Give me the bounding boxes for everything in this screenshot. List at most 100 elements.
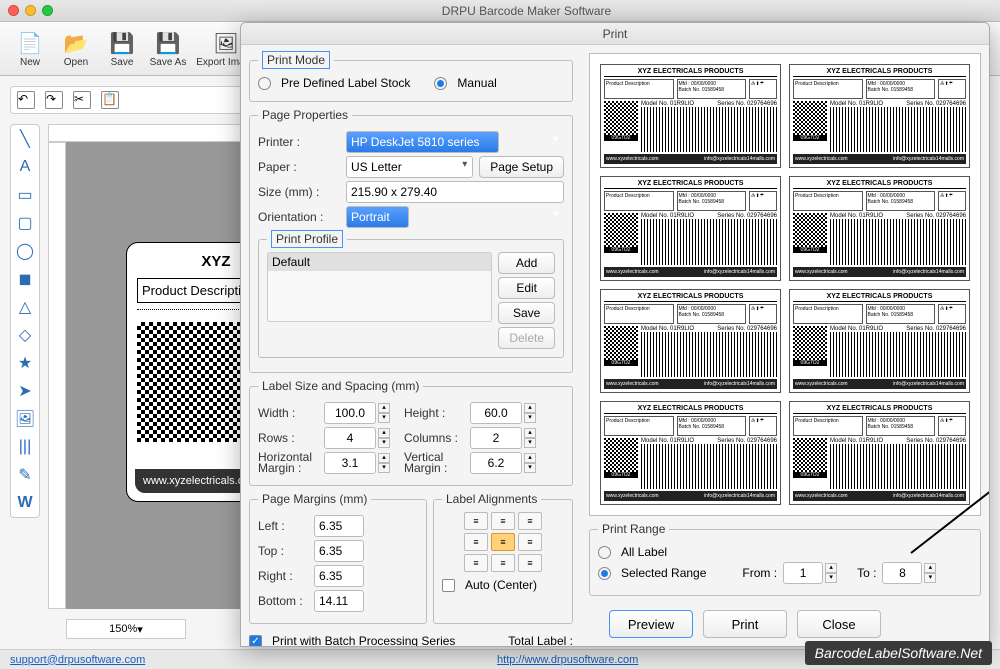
manual-radio[interactable] bbox=[434, 77, 447, 90]
roundrect-tool-icon[interactable]: ▢ bbox=[15, 213, 35, 233]
triangle-tool-icon[interactable]: △ bbox=[15, 297, 35, 317]
align-tl[interactable]: ≡ bbox=[464, 512, 488, 530]
align-mr[interactable]: ≡ bbox=[518, 533, 542, 551]
page-properties-legend: Page Properties bbox=[258, 108, 352, 122]
align-br[interactable]: ≡ bbox=[518, 554, 542, 572]
close-button[interactable]: Close bbox=[797, 610, 881, 638]
minimize-window-icon[interactable] bbox=[25, 5, 36, 16]
to-field[interactable] bbox=[882, 562, 922, 584]
text-tool-icon[interactable]: A bbox=[15, 157, 35, 177]
width-field[interactable] bbox=[324, 402, 376, 424]
left-margin-field[interactable] bbox=[314, 515, 364, 537]
ellipse-tool-icon[interactable]: ◯ bbox=[15, 241, 35, 261]
paper-label: Paper : bbox=[258, 160, 340, 174]
support-email-link[interactable]: support@drpusoftware.com bbox=[10, 654, 145, 666]
hmargin-stepper[interactable]: ▴▾ bbox=[378, 453, 390, 473]
size-field[interactable] bbox=[346, 181, 564, 203]
printer-select[interactable]: HP DeskJet 5810 series bbox=[346, 131, 499, 153]
save-icon: 💾 bbox=[108, 29, 136, 57]
preview-label-5: XYZ ELECTRICALS PRODUCTS Product Descrip… bbox=[600, 289, 781, 393]
print-range-legend: Print Range bbox=[598, 522, 669, 536]
open-button[interactable]: 📂Open bbox=[54, 26, 98, 71]
rows-field[interactable] bbox=[324, 427, 376, 449]
align-ml[interactable]: ≡ bbox=[464, 533, 488, 551]
profile-delete-button: Delete bbox=[498, 327, 555, 349]
page-setup-button[interactable]: Page Setup bbox=[479, 156, 564, 178]
top-margin-field[interactable] bbox=[314, 540, 364, 562]
batch-checkbox[interactable]: ✓ bbox=[249, 635, 262, 647]
profile-default-item[interactable]: Default bbox=[268, 253, 491, 271]
vmargin-field[interactable] bbox=[470, 452, 522, 474]
maximize-window-icon[interactable] bbox=[42, 5, 53, 16]
align-tc[interactable]: ≡ bbox=[491, 512, 515, 530]
label-alignments-group: Label Alignments ≡≡≡ ≡≡≡ ≡≡≡ Auto (Cente… bbox=[433, 492, 573, 624]
predefined-label: Pre Defined Label Stock bbox=[281, 76, 410, 90]
predefined-radio[interactable] bbox=[258, 77, 271, 90]
top-margin-label: Top : bbox=[258, 544, 308, 558]
align-bl[interactable]: ≡ bbox=[464, 554, 488, 572]
new-button[interactable]: 📄New bbox=[8, 26, 52, 71]
vmargin-stepper[interactable]: ▴▾ bbox=[524, 453, 536, 473]
signature-tool-icon[interactable]: ✎ bbox=[15, 465, 35, 485]
preview-label-4: XYZ ELECTRICALS PRODUCTS Product Descrip… bbox=[789, 176, 970, 280]
align-tr[interactable]: ≡ bbox=[518, 512, 542, 530]
cols-label: Columns : bbox=[404, 431, 464, 445]
to-stepper[interactable]: ▴▾ bbox=[924, 563, 936, 583]
from-field[interactable] bbox=[783, 562, 823, 584]
cols-field[interactable] bbox=[470, 427, 522, 449]
rows-stepper[interactable]: ▴▾ bbox=[378, 428, 390, 448]
profile-edit-button[interactable]: Edit bbox=[498, 277, 555, 299]
profile-add-button[interactable]: Add bbox=[498, 252, 555, 274]
orientation-label: Orientation : bbox=[258, 210, 340, 224]
new-icon: 📄 bbox=[16, 29, 44, 57]
copy-icon[interactable]: 📋 bbox=[101, 91, 119, 109]
width-stepper[interactable]: ▴▾ bbox=[378, 403, 390, 423]
design-qr-icon bbox=[137, 322, 257, 442]
barcode-tool-icon[interactable]: ||| bbox=[15, 437, 35, 457]
print-profile-group: Print Profile Default Add Edit Save Dele… bbox=[258, 232, 564, 358]
all-label-text: All Label bbox=[621, 545, 667, 559]
square-tool-icon[interactable]: ◼ bbox=[15, 269, 35, 289]
watermark-tool-icon[interactable]: W bbox=[15, 493, 35, 513]
watermark-badge: BarcodeLabelSoftware.Net bbox=[805, 641, 992, 665]
auto-center-checkbox[interactable] bbox=[442, 579, 455, 592]
left-margin-label: Left : bbox=[258, 519, 308, 533]
orientation-select[interactable]: Portrait bbox=[346, 206, 409, 228]
preview-label-8: XYZ ELECTRICALS PRODUCTS Product Descrip… bbox=[789, 401, 970, 505]
profile-list[interactable]: Default bbox=[267, 252, 492, 322]
arrow-tool-icon[interactable]: ➤ bbox=[15, 381, 35, 401]
redo-icon[interactable]: ↷ bbox=[45, 91, 63, 109]
traffic-lights bbox=[8, 5, 53, 16]
saveas-button[interactable]: 💾Save As bbox=[146, 26, 190, 71]
all-label-radio[interactable] bbox=[598, 546, 611, 559]
preview-button[interactable]: Preview bbox=[609, 610, 693, 638]
cols-stepper[interactable]: ▴▾ bbox=[524, 428, 536, 448]
line-tool-icon[interactable]: ╲ bbox=[15, 129, 35, 149]
diamond-tool-icon[interactable]: ◇ bbox=[15, 325, 35, 345]
website-link[interactable]: http://www.drpusoftware.com bbox=[497, 654, 638, 666]
saveas-label: Save As bbox=[150, 57, 187, 68]
right-margin-label: Right : bbox=[258, 569, 308, 583]
zoom-level[interactable]: 150% ▾ bbox=[66, 619, 186, 639]
image-tool-icon[interactable]: 🖼 bbox=[15, 409, 35, 429]
bottom-margin-field[interactable] bbox=[314, 590, 364, 612]
height-stepper[interactable]: ▴▾ bbox=[524, 403, 536, 423]
hmargin-field[interactable] bbox=[324, 452, 376, 474]
undo-icon[interactable]: ↶ bbox=[17, 91, 35, 109]
close-window-icon[interactable] bbox=[8, 5, 19, 16]
align-mc[interactable]: ≡ bbox=[491, 533, 515, 551]
paper-select[interactable]: US Letter bbox=[346, 156, 473, 178]
save-button[interactable]: 💾Save bbox=[100, 26, 144, 71]
from-stepper[interactable]: ▴▾ bbox=[825, 563, 837, 583]
print-mode-legend: Print Mode bbox=[262, 51, 330, 69]
star-tool-icon[interactable]: ★ bbox=[15, 353, 35, 373]
print-mode-group: Print Mode Pre Defined Label Stock Manua… bbox=[249, 53, 573, 102]
selected-range-radio[interactable] bbox=[598, 567, 611, 580]
cut-icon[interactable]: ✂ bbox=[73, 91, 91, 109]
print-button[interactable]: Print bbox=[703, 610, 787, 638]
align-bc[interactable]: ≡ bbox=[491, 554, 515, 572]
right-margin-field[interactable] bbox=[314, 565, 364, 587]
height-field[interactable] bbox=[470, 402, 522, 424]
rect-tool-icon[interactable]: ▭ bbox=[15, 185, 35, 205]
profile-save-button[interactable]: Save bbox=[498, 302, 555, 324]
